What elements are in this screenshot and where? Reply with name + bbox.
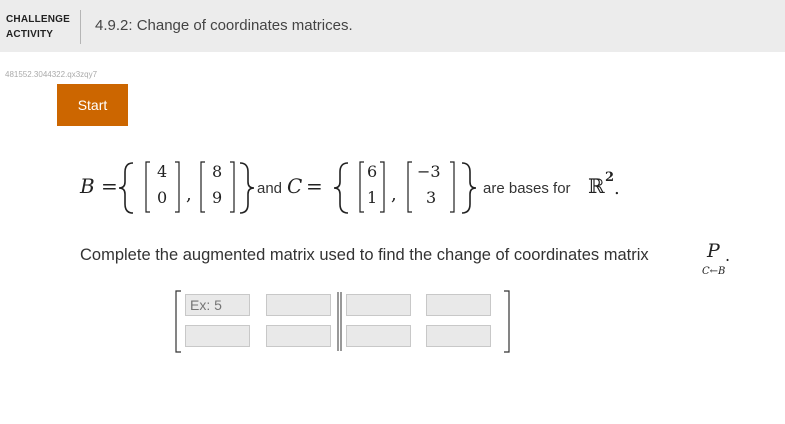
matrix-cell-r2c4[interactable] <box>426 325 491 347</box>
matrix-cell-r1c1[interactable] <box>185 294 250 316</box>
matrix-cell-r1c3[interactable] <box>346 294 411 316</box>
augmented-matrix-brackets <box>175 290 510 353</box>
matrix-cell-r1c4[interactable] <box>426 294 491 316</box>
matrix-cell-r1c2[interactable] <box>266 294 331 316</box>
matrix-cell-r2c3[interactable] <box>346 325 411 347</box>
matrix-cell-r2c1[interactable] <box>185 325 250 347</box>
matrix-cell-r2c2[interactable] <box>266 325 331 347</box>
